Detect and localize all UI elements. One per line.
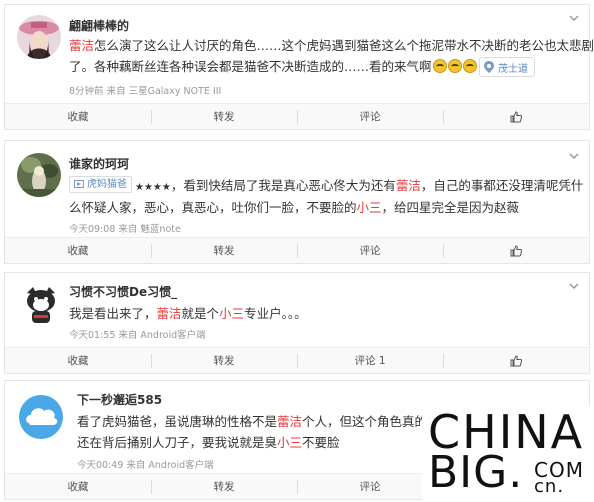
- comment-text-line2: 么怀疑人家，恶心，真恶心，吐你们一脸，不要脸的小三，给四星完全是因为赵薇: [69, 200, 520, 215]
- avatar[interactable]: [19, 395, 63, 439]
- smiley-emoji-icon: [462, 59, 477, 73]
- comment-card: 谁家的珂珂 虎妈猫爸 ★★★★，看到快结局了我是真心恶心佟大为还有蕾洁，自己的事…: [4, 140, 590, 264]
- avatar[interactable]: [17, 153, 61, 197]
- repost-button[interactable]: 转发: [151, 474, 297, 499]
- chevron-down-icon[interactable]: [567, 149, 581, 163]
- like-button[interactable]: [443, 238, 589, 263]
- comment-card: 习惯不习惯De习惯_ 我是看出来了，蕾洁就是个小三专业户。。。 今天01:55 …: [4, 272, 590, 374]
- repost-button[interactable]: 转发: [151, 348, 297, 373]
- comment-text: 蕾洁怎么演了这么让人讨厌的角色……这个虎妈遇到猫爸这么个拖泥带水不决断的老公也太…: [69, 38, 594, 53]
- username[interactable]: 翩翩棒棒的: [69, 17, 129, 34]
- chevron-down-icon[interactable]: [567, 279, 581, 293]
- comment-text-line2: 还在背后捅别人刀子，要我说就是臭小三不要脸: [77, 435, 340, 450]
- location-pin-icon: [484, 61, 494, 73]
- repost-button[interactable]: 转发: [151, 238, 297, 263]
- comment-button[interactable]: 评论 1: [297, 348, 443, 373]
- watermark-line2: BIG.: [428, 447, 524, 498]
- thumbs-up-icon: [510, 244, 522, 256]
- comment-text: 看了虎妈猫爸，虽说唐琳的性格不是蕾洁个人，但这个角色真的是: [77, 414, 440, 429]
- mention-highlight: 小三: [356, 200, 382, 215]
- favorite-button[interactable]: 收藏: [5, 104, 151, 129]
- film-icon: [74, 180, 84, 188]
- action-bar: 收藏 转发 评论: [5, 103, 589, 129]
- favorite-button[interactable]: 收藏: [5, 474, 151, 499]
- comment-feed: 翩翩棒棒的 蕾洁怎么演了这么让人讨厌的角色……这个虎妈遇到猫爸这么个拖泥带水不决…: [0, 0, 594, 502]
- rating-stars: ★★★★: [135, 182, 171, 193]
- thumbs-up-icon: [510, 110, 522, 122]
- like-button[interactable]: [443, 348, 589, 373]
- username[interactable]: 习惯不习惯De习惯_: [69, 283, 177, 300]
- smiley-emoji-icon: [432, 59, 447, 73]
- chevron-down-icon[interactable]: [567, 11, 581, 25]
- watermark-logo: CHINA BIG. COM cn.: [422, 406, 592, 500]
- favorite-button[interactable]: 收藏: [5, 348, 151, 373]
- location-tag[interactable]: 茂士道: [479, 57, 535, 77]
- favorite-button[interactable]: 收藏: [5, 238, 151, 263]
- comment-text: 虎妈猫爸 ★★★★，看到快结局了我是真心恶心佟大为还有蕾洁，自己的事都还没理清呢…: [69, 175, 583, 198]
- comment-text-line2: 了。各种藕断丝连各种误会都是猫爸不决断造成的……看的来气啊: [69, 56, 477, 77]
- mention-highlight: 蕾洁: [277, 414, 303, 429]
- like-button[interactable]: [443, 104, 589, 129]
- mention-highlight: 小三: [219, 306, 245, 321]
- comment-meta: 今天00:49 来自 Android客户端: [77, 460, 214, 471]
- comment-button[interactable]: 评论: [297, 238, 443, 263]
- comment-text: 我是看出来了，蕾洁就是个小三专业户。。。: [69, 306, 307, 321]
- avatar[interactable]: [19, 283, 63, 327]
- username[interactable]: 谁家的珂珂: [69, 155, 129, 172]
- smiley-emoji-icon: [447, 59, 462, 73]
- action-bar: 收藏 转发 评论 1: [5, 347, 589, 373]
- comment-button[interactable]: 评论: [297, 104, 443, 129]
- comment-meta: 8分钟前 来自 三星Galaxy NOTE III: [69, 86, 222, 97]
- repost-button[interactable]: 转发: [151, 104, 297, 129]
- mention-highlight: 小三: [277, 435, 303, 450]
- comment-meta: 今天01:55 来自 Android客户端: [69, 330, 206, 341]
- mention-highlight: 蕾洁: [156, 306, 182, 321]
- action-bar: 收藏 转发 评论: [5, 237, 589, 263]
- comment-meta: 今天09:08 来自 魅蓝note: [69, 224, 181, 235]
- avatar[interactable]: [17, 15, 61, 59]
- comment-card: 翩翩棒棒的 蕾洁怎么演了这么让人讨厌的角色……这个虎妈遇到猫爸这么个拖泥带水不决…: [4, 4, 594, 130]
- mention-highlight: 蕾洁: [395, 178, 421, 193]
- thumbs-up-icon: [510, 354, 522, 366]
- movie-tag[interactable]: 虎妈猫爸: [69, 175, 132, 193]
- watermark-suffix-bottom: cn.: [534, 476, 565, 497]
- mention-highlight: 蕾洁: [69, 38, 95, 53]
- username[interactable]: 下一秒邂逅585: [77, 391, 162, 408]
